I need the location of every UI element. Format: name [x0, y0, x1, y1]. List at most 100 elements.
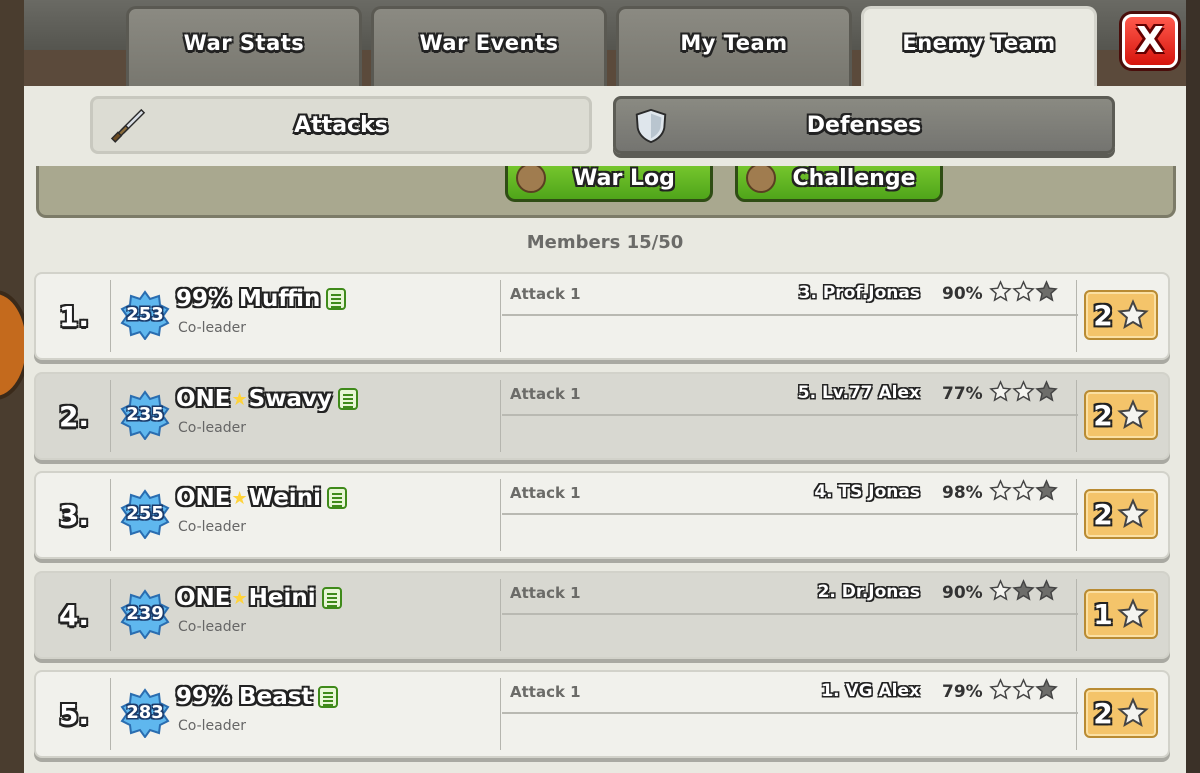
member-row[interactable]: 2. 235 ONE ★ Swavy Co-leader Attack 1 5. Lv.77 … [34, 372, 1170, 460]
attack-label: Attack 1 [510, 285, 581, 303]
star-icon [1116, 498, 1149, 529]
divider [110, 678, 111, 750]
divider [110, 479, 111, 551]
shield-icon [635, 108, 667, 144]
tab-label: War Stats [183, 31, 305, 55]
star-earned-outline-icon [989, 579, 1012, 601]
divider [500, 479, 501, 551]
member-rank: 1. [58, 299, 90, 333]
attack-target: 5. Lv.77 Alex [797, 383, 920, 403]
member-row[interactable]: 1. 253 99% Muffin Co-leader Attack 1 3. Prof.… [34, 272, 1170, 360]
member-name-part: Swavy [248, 386, 332, 412]
attack-percent: 90% [942, 284, 983, 304]
challenge-button[interactable]: Challenge [735, 166, 943, 202]
total-stars-box: 2 [1084, 390, 1158, 440]
level-number: 235 [126, 404, 164, 425]
chat-icon[interactable] [337, 388, 358, 410]
member-role: Co-leader [178, 320, 246, 336]
divider [1076, 380, 1077, 452]
member-role: Co-leader [178, 519, 246, 535]
close-icon: X [1136, 20, 1164, 61]
star-earned-outline-icon [989, 678, 1012, 700]
member-row[interactable]: 4. 239 ONE ★ Heini Co-leader Attack 1 2. Dr.Jon… [34, 571, 1170, 659]
chat-icon[interactable] [326, 288, 347, 310]
tab-war-events[interactable]: War Events [371, 6, 607, 86]
divider [1076, 579, 1077, 651]
member-name[interactable]: 99% Beast [176, 684, 339, 710]
star-earned-outline-icon [989, 380, 1012, 402]
star-empty-icon [1035, 678, 1058, 700]
star-icon [1116, 598, 1149, 629]
subtab-attacks[interactable]: Attacks [90, 96, 592, 154]
divider [500, 579, 501, 651]
divider [1076, 280, 1077, 352]
member-role: Co-leader [178, 420, 246, 436]
attack-stars [989, 280, 1058, 303]
member-row[interactable]: 3. 255 ONE ★ Weini Co-leader Attack 1 4. TS Jon… [34, 471, 1170, 559]
subtab-defenses-label: Defenses [806, 112, 922, 138]
tab-war-stats[interactable]: War Stats [126, 6, 362, 86]
divider [500, 380, 501, 452]
star-earned-outline-icon [989, 479, 1012, 501]
tab-enemy-team[interactable]: Enemy Team [861, 6, 1097, 92]
subtab-defenses[interactable]: Defenses [613, 96, 1115, 154]
member-role: Co-leader [178, 718, 246, 734]
star-icon [1116, 299, 1149, 330]
level-badge: 283 [120, 688, 170, 739]
crossed-swords-icon [516, 166, 546, 193]
star-empty-icon [1035, 479, 1058, 501]
attack-target: 3. Prof.Jonas [798, 283, 920, 303]
attack-label: Attack 1 [510, 584, 581, 602]
clan-info-box: War Log Challenge [36, 166, 1176, 218]
star-earned-outline-icon [1012, 380, 1035, 402]
star-empty-icon [1012, 579, 1035, 601]
tab-my-team[interactable]: My Team [616, 6, 852, 86]
attack-percent: 90% [942, 583, 983, 603]
chat-icon[interactable] [326, 487, 347, 509]
divider [1076, 479, 1077, 551]
war-log-button[interactable]: War Log [505, 166, 713, 202]
divider [1076, 678, 1077, 750]
member-name[interactable]: ONE ★ Heini [176, 585, 342, 611]
attack-divider [502, 314, 1078, 316]
level-badge: 239 [120, 589, 170, 640]
star-icon [1116, 697, 1149, 728]
level-badge: 253 [120, 290, 170, 341]
attack-percent: 98% [942, 483, 983, 503]
member-name-part: 99% Muffin [176, 286, 321, 312]
total-stars-box: 1 [1084, 589, 1158, 639]
close-button[interactable]: X [1122, 14, 1178, 68]
member-name-part: 99% Beast [176, 684, 313, 710]
name-star-icon: ★ [231, 388, 248, 410]
sword-icon [110, 108, 146, 143]
level-number: 283 [126, 702, 164, 723]
total-stars-count: 2 [1093, 298, 1113, 332]
members-count: Members 15/50 [526, 232, 684, 253]
challenge-label: Challenge [792, 166, 916, 191]
tab-label: War Events [419, 31, 559, 55]
total-stars-box: 2 [1084, 290, 1158, 340]
member-name[interactable]: ONE ★ Weini [176, 485, 347, 511]
crossed-swords-icon [746, 166, 776, 193]
attack-divider [502, 414, 1078, 416]
attack-divider [502, 613, 1078, 615]
member-row[interactable]: 5. 283 99% Beast Co-leader Attack 1 1. VG Ale… [34, 670, 1170, 758]
member-name-part: Weini [248, 485, 321, 511]
attack-target: 2. Dr.Jonas [817, 582, 920, 602]
divider [110, 380, 111, 452]
attack-label: Attack 1 [510, 385, 581, 403]
total-stars-box: 2 [1084, 489, 1158, 539]
war-log-label: War Log [573, 166, 675, 191]
chat-icon[interactable] [318, 686, 339, 708]
subtab-attacks-label: Attacks [294, 112, 388, 138]
star-earned-outline-icon [989, 280, 1012, 302]
star-empty-icon [1035, 380, 1058, 402]
tab-label: Enemy Team [902, 31, 1056, 55]
level-badge: 255 [120, 489, 170, 540]
divider [110, 579, 111, 651]
chat-icon[interactable] [321, 587, 342, 609]
total-stars-count: 1 [1093, 597, 1113, 631]
member-name[interactable]: 99% Muffin [176, 286, 347, 312]
right-background [1186, 0, 1200, 773]
member-name[interactable]: ONE ★ Swavy [176, 386, 358, 412]
